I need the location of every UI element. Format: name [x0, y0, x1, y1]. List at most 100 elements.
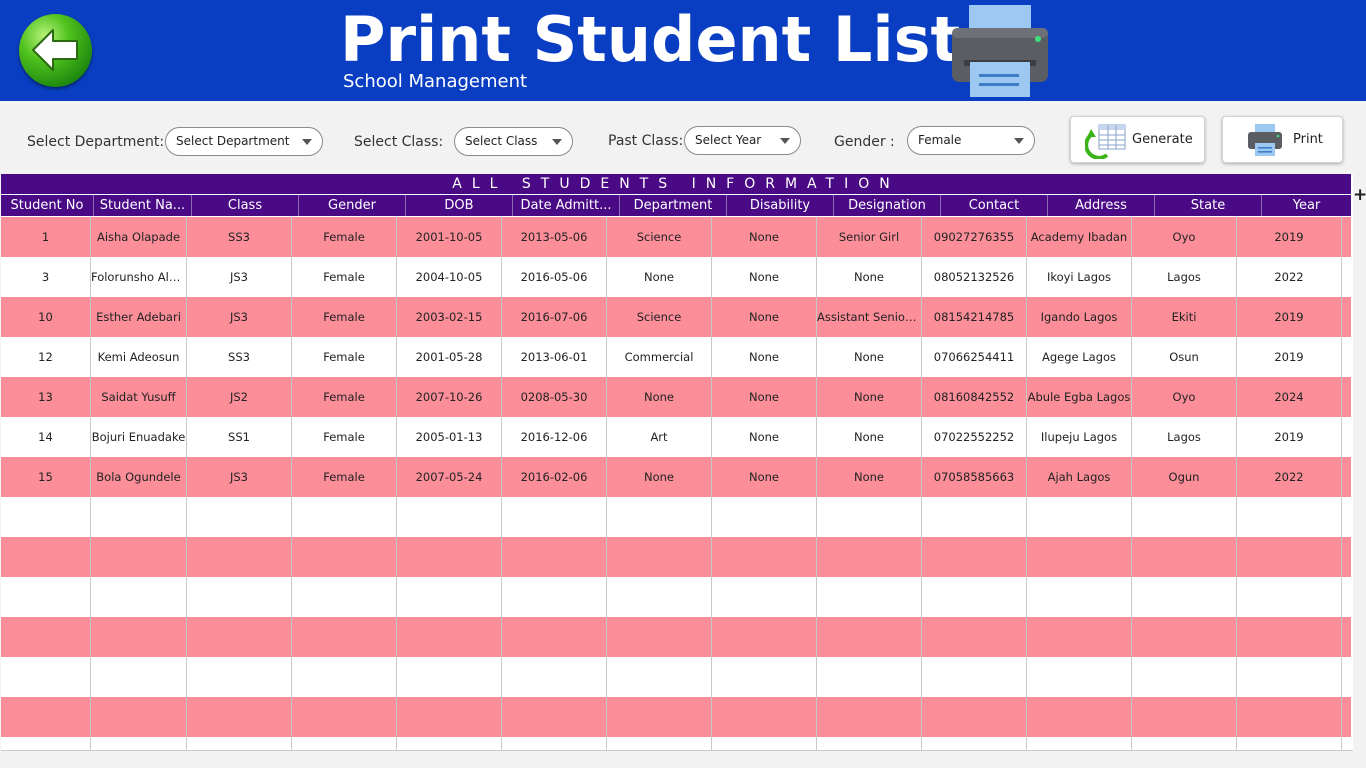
- cell-student-name: [91, 577, 187, 617]
- cell-date-admitted: [502, 657, 607, 697]
- cell-date-admitted: 2013-05-06: [502, 217, 607, 257]
- cell-student-no: [1, 617, 91, 657]
- back-button[interactable]: [19, 14, 92, 87]
- column-header-state[interactable]: State: [1154, 195, 1261, 216]
- cell-department: None: [607, 377, 712, 417]
- cell-designation: [817, 737, 922, 750]
- past-class-select[interactable]: Select Year: [684, 126, 801, 155]
- cell-year: [1237, 537, 1342, 577]
- cell-address: Ilupeju Lagos: [1027, 417, 1132, 457]
- cell-contact: 07022552252: [922, 417, 1027, 457]
- arrow-left-icon: [32, 29, 78, 71]
- cell-gender: [292, 577, 397, 617]
- column-header-student-no[interactable]: Student No: [1, 195, 93, 216]
- empty-table-row: [1, 737, 1351, 750]
- cell-student-no: [1, 537, 91, 577]
- cell-address: Igando Lagos: [1027, 297, 1132, 337]
- cell-address: [1027, 537, 1132, 577]
- cell-designation: [817, 617, 922, 657]
- table-row[interactable]: 12 Kemi Adeosun SS3 Female 2001-05-28 2013-06…: [1, 337, 1351, 377]
- cell-date-admitted: [502, 497, 607, 537]
- print-button[interactable]: Print: [1222, 116, 1343, 163]
- cell-student-no: 13: [1, 377, 91, 417]
- column-header-date-admitted[interactable]: Date Admitt...: [512, 195, 619, 216]
- cell-spacer: [1342, 297, 1351, 337]
- department-label: Select Department:: [27, 134, 165, 150]
- cell-gender: Female: [292, 217, 397, 257]
- cell-disability: None: [712, 377, 817, 417]
- cell-dob: 2003-02-15: [397, 297, 502, 337]
- cell-class: JS3: [187, 297, 292, 337]
- cell-date-admitted: [502, 617, 607, 657]
- generate-button[interactable]: Generate: [1070, 116, 1205, 163]
- column-header-designation[interactable]: Designation: [833, 195, 940, 216]
- cell-gender: Female: [292, 337, 397, 377]
- cell-contact: [922, 617, 1027, 657]
- cell-disability: None: [712, 297, 817, 337]
- table-row[interactable]: 1 Aisha Olapade SS3 Female 2001-10-05 2013-05…: [1, 217, 1351, 257]
- column-header-disability[interactable]: Disability: [726, 195, 833, 216]
- column-header-department[interactable]: Department: [619, 195, 726, 216]
- table-row[interactable]: 15 Bola Ogundele JS3 Female 2007-05-24 2016-0…: [1, 457, 1351, 497]
- cell-contact: 07058585663: [922, 457, 1027, 497]
- plus-icon[interactable]: +: [1353, 186, 1366, 204]
- cell-dob: [397, 657, 502, 697]
- cell-department: Science: [607, 297, 712, 337]
- cell-designation: [817, 577, 922, 617]
- generate-button-label: Generate: [1132, 132, 1193, 147]
- cell-student-no: 1: [1, 217, 91, 257]
- cell-disability: [712, 497, 817, 537]
- column-header-dob[interactable]: DOB: [405, 195, 512, 216]
- cell-date-admitted: [502, 537, 607, 577]
- cell-contact: [922, 657, 1027, 697]
- column-header-address[interactable]: Address: [1047, 195, 1154, 216]
- cell-dob: 2007-10-26: [397, 377, 502, 417]
- cell-gender: Female: [292, 377, 397, 417]
- cell-disability: [712, 577, 817, 617]
- department-select-value: Select Department: [176, 134, 290, 148]
- cell-department: [607, 737, 712, 750]
- empty-table-row: [1, 617, 1351, 657]
- cell-student-no: [1, 697, 91, 737]
- column-header-class[interactable]: Class: [191, 195, 298, 216]
- column-header-contact[interactable]: Contact: [940, 195, 1047, 216]
- cell-student-name: Kemi Adeosun: [91, 337, 187, 377]
- cell-state: Ekiti: [1132, 297, 1237, 337]
- cell-class: SS1: [187, 417, 292, 457]
- cell-student-no: [1, 497, 91, 537]
- chevron-down-icon: [302, 139, 312, 145]
- department-select[interactable]: Select Department: [165, 127, 323, 156]
- cell-department: [607, 577, 712, 617]
- cell-state: [1132, 697, 1237, 737]
- table-row[interactable]: 10 Esther Adebari JS3 Female 2003-02-15 2016-…: [1, 297, 1351, 337]
- column-header-year[interactable]: Year: [1261, 195, 1351, 216]
- cell-class: JS2: [187, 377, 292, 417]
- cell-gender: Female: [292, 297, 397, 337]
- cell-designation: None: [817, 417, 922, 457]
- class-select[interactable]: Select Class: [454, 127, 573, 156]
- cell-student-name: [91, 537, 187, 577]
- cell-spacer: [1342, 337, 1351, 377]
- table-row[interactable]: 13 Saidat Yusuff JS2 Female 2007-10-26 0208-0…: [1, 377, 1351, 417]
- cell-designation: [817, 657, 922, 697]
- cell-contact: 07066254411: [922, 337, 1027, 377]
- printer-icon: [952, 5, 1048, 97]
- cell-contact: 08160842552: [922, 377, 1027, 417]
- empty-table-row: [1, 497, 1351, 537]
- cell-designation: None: [817, 257, 922, 297]
- cell-dob: 2001-10-05: [397, 217, 502, 257]
- cell-dob: 2004-10-05: [397, 257, 502, 297]
- table-row[interactable]: 3 Folorunsho Ala... JS3 Female 2004-10-05 201…: [1, 257, 1351, 297]
- cell-state: Oyo: [1132, 377, 1237, 417]
- cell-year: 2019: [1237, 217, 1342, 257]
- column-header-student-name[interactable]: Student Na...: [93, 195, 191, 216]
- gender-select[interactable]: Female: [907, 126, 1035, 155]
- cell-spacer: [1342, 217, 1351, 257]
- cell-contact: 08052132526: [922, 257, 1027, 297]
- cell-year: [1237, 617, 1342, 657]
- cell-department: None: [607, 257, 712, 297]
- class-select-value: Select Class: [465, 134, 538, 148]
- table-row[interactable]: 14 Bojuri Enuadake SS1 Female 2005-01-13 2016…: [1, 417, 1351, 457]
- column-header-gender[interactable]: Gender: [298, 195, 405, 216]
- cell-department: Science: [607, 217, 712, 257]
